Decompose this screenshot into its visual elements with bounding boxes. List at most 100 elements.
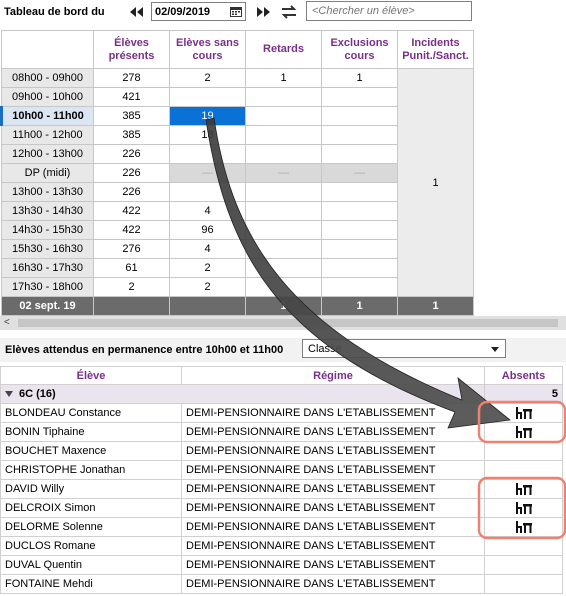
time-slot-label[interactable]: 09h00 - 10h00 xyxy=(1,87,94,107)
student-row[interactable]: FONTAINE Mehdi DEMI-PENSIONNAIRE DANS L'E… xyxy=(0,574,563,594)
absent-cell[interactable] xyxy=(484,517,563,537)
exclusions-cell[interactable] xyxy=(321,239,398,259)
time-slot-label[interactable]: DP (midi) xyxy=(1,163,94,183)
exclusions-cell[interactable] xyxy=(321,182,398,202)
exclusions-cell[interactable]: — xyxy=(321,163,398,183)
student-row[interactable]: BLONDEAU Constance DEMI-PENSIONNAIRE DANS… xyxy=(0,403,563,423)
summary-row[interactable]: 08h00 - 09h00 278 2 1 1 1 xyxy=(1,68,474,297)
scroll-left-icon[interactable]: < xyxy=(4,317,10,328)
exclusions-cell[interactable]: 1 xyxy=(321,68,398,88)
time-slot-label[interactable]: 11h00 - 12h00 xyxy=(1,125,94,145)
col-absents[interactable]: Absents xyxy=(484,366,563,385)
next-date-icon[interactable] xyxy=(256,5,272,19)
presents-cell[interactable]: 385 xyxy=(93,125,170,145)
sans-cours-cell[interactable]: 96 xyxy=(169,220,246,240)
absent-cell[interactable] xyxy=(484,479,563,499)
sans-cours-cell[interactable] xyxy=(169,182,246,202)
time-slot-label[interactable]: 13h30 - 14h30 xyxy=(1,201,94,221)
sans-cours-cell[interactable] xyxy=(169,144,246,164)
presents-cell[interactable]: 422 xyxy=(93,220,170,240)
student-row[interactable]: CHRISTOPHE Jonathan DEMI-PENSIONNAIRE DAN… xyxy=(0,460,563,480)
col-eleves-presents[interactable]: Élèves présents xyxy=(93,30,170,69)
sans-cours-cell[interactable]: 2 xyxy=(169,258,246,278)
time-slot-label[interactable]: 16h30 - 17h30 xyxy=(1,258,94,278)
presents-cell[interactable]: 385 xyxy=(93,106,170,126)
sans-cours-cell[interactable]: 18 xyxy=(169,125,246,145)
exclusions-cell[interactable] xyxy=(321,144,398,164)
student-search-field[interactable] xyxy=(306,1,472,21)
sans-cours-cell[interactable]: 2 xyxy=(169,68,246,88)
previous-date-icon[interactable] xyxy=(128,5,144,19)
sans-cours-cell[interactable]: 2 xyxy=(169,277,246,297)
sans-cours-cell[interactable] xyxy=(169,87,246,107)
exclusions-cell[interactable] xyxy=(321,220,398,240)
time-slot-label[interactable]: 08h00 - 09h00 xyxy=(1,68,94,88)
student-row[interactable]: DAVID Willy DEMI-PENSIONNAIRE DANS L'ETAB… xyxy=(0,479,563,499)
total-retards[interactable]: 1 xyxy=(245,296,322,316)
time-slot-label[interactable]: 17h30 - 18h00 xyxy=(1,277,94,297)
absent-cell[interactable] xyxy=(484,460,563,480)
time-slot-label[interactable]: 14h30 - 15h30 xyxy=(1,220,94,240)
time-slot-label[interactable]: 15h30 - 16h30 xyxy=(1,239,94,259)
refresh-swap-icon[interactable] xyxy=(280,4,298,20)
absent-cell[interactable] xyxy=(484,555,563,575)
student-row[interactable]: DELORME Solenne DEMI-PENSIONNAIRE DANS L'… xyxy=(0,517,563,537)
student-row[interactable]: DUCLOS Romane DEMI-PENSIONNAIRE DANS L'ET… xyxy=(0,536,563,556)
presents-cell[interactable]: 226 xyxy=(93,163,170,183)
retards-cell[interactable] xyxy=(245,220,322,240)
col-eleves-sans-cours[interactable]: Elèves sans cours xyxy=(169,30,246,69)
col-regime[interactable]: Régime xyxy=(181,366,485,385)
student-search-input[interactable] xyxy=(307,2,471,20)
time-slot-label[interactable]: 12h00 - 13h00 xyxy=(1,144,94,164)
absent-cell[interactable] xyxy=(484,422,563,442)
col-retards[interactable]: Retards xyxy=(245,30,322,69)
horizontal-scrollbar[interactable]: < xyxy=(0,316,566,330)
collapse-triangle-icon[interactable] xyxy=(5,391,13,398)
presents-cell[interactable]: 61 xyxy=(93,258,170,278)
presents-cell[interactable]: 226 xyxy=(93,144,170,164)
incidents-cell[interactable]: 1 xyxy=(397,68,474,297)
date-field[interactable]: 02/09/2019 xyxy=(151,2,246,21)
retards-cell[interactable] xyxy=(245,182,322,202)
absent-cell[interactable] xyxy=(484,403,563,423)
presents-cell[interactable]: 2 xyxy=(93,277,170,297)
sans-cours-cell[interactable]: 4 xyxy=(169,201,246,221)
student-row[interactable]: BONIN Tiphaine DEMI-PENSIONNAIRE DANS L'E… xyxy=(0,422,563,442)
retards-cell[interactable] xyxy=(245,258,322,278)
exclusions-cell[interactable] xyxy=(321,258,398,278)
sans-cours-cell[interactable]: 4 xyxy=(169,239,246,259)
retards-cell[interactable] xyxy=(245,201,322,221)
presents-cell[interactable]: 276 xyxy=(93,239,170,259)
retards-cell[interactable] xyxy=(245,144,322,164)
retards-cell[interactable] xyxy=(245,277,322,297)
absent-cell[interactable] xyxy=(484,574,563,594)
presents-cell[interactable]: 422 xyxy=(93,201,170,221)
sans-cours-cell[interactable]: 19 xyxy=(169,106,246,126)
exclusions-cell[interactable] xyxy=(321,87,398,107)
exclusions-cell[interactable] xyxy=(321,125,398,145)
total-incidents[interactable]: 1 xyxy=(397,296,474,316)
absent-cell[interactable] xyxy=(484,536,563,556)
retards-cell[interactable]: 1 xyxy=(245,68,322,88)
calendar-icon[interactable] xyxy=(230,6,242,17)
col-incidents[interactable]: Incidents Punit./Sanct. xyxy=(397,30,474,69)
presents-cell[interactable]: 226 xyxy=(93,182,170,202)
time-slot-label[interactable]: 10h00 - 11h00 xyxy=(0,106,94,126)
retards-cell[interactable] xyxy=(245,239,322,259)
col-exclusions[interactable]: Exclusions cours xyxy=(321,30,398,69)
presents-cell[interactable]: 278 xyxy=(93,68,170,88)
student-row[interactable]: DELCROIX Simon DEMI-PENSIONNAIRE DANS L'E… xyxy=(0,498,563,518)
group-by-select[interactable]: Classe xyxy=(302,339,506,358)
time-slot-label[interactable]: 13h00 - 13h30 xyxy=(1,182,94,202)
presents-cell[interactable]: 421 xyxy=(93,87,170,107)
exclusions-cell[interactable] xyxy=(321,201,398,221)
retards-cell[interactable] xyxy=(245,125,322,145)
exclusions-cell[interactable] xyxy=(321,106,398,126)
total-exclusions[interactable]: 1 xyxy=(321,296,398,316)
retards-cell[interactable]: — xyxy=(245,163,322,183)
exclusions-cell[interactable] xyxy=(321,277,398,297)
scrollbar-thumb[interactable] xyxy=(18,319,558,327)
retards-cell[interactable] xyxy=(245,106,322,126)
student-row[interactable]: DUVAL Quentin DEMI-PENSIONNAIRE DANS L'ET… xyxy=(0,555,563,575)
absent-cell[interactable] xyxy=(484,498,563,518)
